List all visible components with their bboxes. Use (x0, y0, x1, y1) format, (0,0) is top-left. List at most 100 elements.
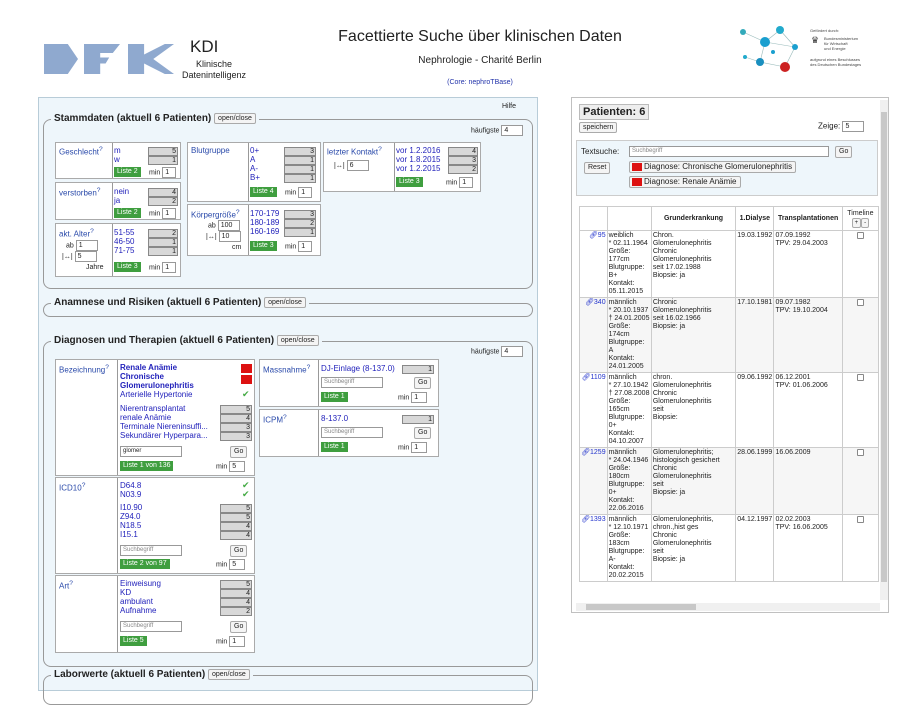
min-input[interactable]: 5 (229, 461, 246, 472)
min-input[interactable]: 5 (229, 559, 246, 570)
icd-item[interactable]: I15.1 (120, 530, 138, 540)
art-go-button[interactable]: Go (230, 621, 248, 633)
icpm-search-input[interactable]: Suchbegriff (321, 427, 383, 438)
art-search-input[interactable]: Suchbegriff (120, 621, 182, 632)
facet-groesse-title[interactable]: Körpergröße? (191, 209, 240, 220)
patient-id-cell[interactable]: 🔗︎1109 (579, 372, 608, 448)
zeige-input[interactable]: 5 (842, 121, 865, 132)
liste-button[interactable]: Liste 2 von 97 (120, 559, 170, 569)
liste-button[interactable]: Liste 5 (120, 636, 147, 646)
groesse-ab-input[interactable]: 100 (217, 220, 240, 231)
icpm-item[interactable]: 8-137.0 (321, 414, 348, 424)
facet-icd10-title[interactable]: ICD10? (59, 482, 85, 493)
text-search-go-button[interactable]: Go (835, 146, 853, 158)
art-item[interactable]: Aufnahme (120, 606, 156, 616)
min-input[interactable]: 1 (411, 442, 428, 453)
timeline-plus-button[interactable]: + (851, 217, 862, 228)
selected-marker[interactable] (241, 364, 252, 373)
facet-verstorben-title[interactable]: verstorben? (59, 187, 101, 198)
timeline-checkbox[interactable] (856, 232, 864, 239)
kontakt-range-input[interactable]: 6 (346, 160, 369, 171)
massnahme-go-button[interactable]: Go (414, 377, 432, 389)
icd-search-input[interactable]: Suchbegriff (120, 545, 182, 556)
liste-button[interactable]: Liste 2 (114, 208, 141, 218)
geschlecht-item[interactable]: w (114, 155, 120, 165)
min-input[interactable]: 1 (162, 262, 177, 273)
patient-id-cell[interactable]: 🔗︎1259 (579, 447, 608, 515)
table-row[interactable]: 🔗︎95 weiblich * 02.11.1964 Größe: 177cm Blutg… (579, 230, 880, 298)
facet-geschlecht-title[interactable]: Geschlecht? (59, 146, 103, 157)
liste-button[interactable]: Liste 1 von 136 (120, 461, 174, 471)
alter-item[interactable]: 71-75 (114, 246, 134, 256)
checked-item[interactable]: N03.9 (120, 490, 141, 500)
laborwerte-toggle-button[interactable]: open/close (207, 669, 250, 680)
timeline-checkbox[interactable] (856, 374, 864, 381)
min-input[interactable]: 1 (459, 177, 474, 188)
alter-range-input[interactable]: 5 (74, 251, 97, 262)
horizontal-scrollbar[interactable] (576, 603, 880, 611)
patient-link-icon[interactable]: 🔗︎ (582, 374, 591, 381)
verstorben-item[interactable]: ja (114, 196, 120, 206)
reset-button[interactable]: Reset (584, 162, 611, 174)
col-transplantationen[interactable]: Transplantationen (773, 206, 843, 231)
diagnosen-toggle-button[interactable]: open/close (276, 335, 319, 346)
patient-id[interactable]: 1259 (590, 449, 606, 456)
facet-icpm-title[interactable]: ICPM? (263, 414, 287, 425)
patient-id[interactable]: 95 (598, 232, 606, 239)
patient-id-cell[interactable]: 🔗︎95 (579, 230, 608, 298)
liste-button[interactable]: Liste 2 (114, 167, 141, 177)
facet-blutgruppe-title[interactable]: Blutgruppe (191, 146, 230, 155)
patient-link-icon[interactable]: 🔗︎ (589, 232, 598, 239)
facet-alter-title[interactable]: akt. Alter? (59, 228, 94, 239)
vertical-scrollbar[interactable] (880, 100, 888, 600)
timeline-checkbox[interactable] (856, 516, 864, 523)
blutgruppe-item[interactable]: B+ (250, 173, 260, 183)
stammdaten-toggle-button[interactable]: open/close (214, 113, 256, 124)
timeline-checkbox[interactable] (856, 449, 864, 456)
help-link[interactable]: Hilfe (502, 103, 516, 110)
scrollbar-thumb[interactable] (881, 112, 887, 582)
groesse-item[interactable]: 160-169 (250, 227, 279, 237)
facet-bezeichnung-title[interactable]: Bezeichnung? (59, 364, 109, 375)
min-input[interactable]: 1 (298, 241, 313, 252)
patient-id[interactable]: 1109 (591, 374, 606, 381)
min-input[interactable]: 1 (411, 392, 428, 403)
table-row[interactable]: 🔗︎1109 männlich * 27.10.1942 † 27.08.2008 Gr… (579, 372, 880, 448)
liste-button[interactable]: Liste 1 (321, 392, 348, 402)
liste-button[interactable]: Liste 3 (114, 262, 141, 272)
table-row[interactable]: 🔗︎1393 männlich * 12.10.1971 Größe: 183cm Blu… (579, 514, 880, 582)
timeline-minus-button[interactable]: - (861, 217, 870, 228)
bezeichnung-item[interactable]: Sekundärer Hyperpara... (120, 431, 208, 441)
alter-ab-input[interactable]: 1 (75, 240, 98, 251)
patient-id-cell[interactable]: 🔗︎1393 (579, 514, 608, 582)
liste-button[interactable]: Liste 3 (396, 177, 423, 187)
facet-massnahme-title[interactable]: Massnahme? (263, 364, 310, 375)
patient-id[interactable]: 340 (594, 299, 606, 306)
anamnese-toggle-button[interactable]: open/close (264, 297, 306, 308)
col-grunderkrankung[interactable]: Grunderkrankung (650, 206, 737, 231)
filter-chip[interactable]: Diagnose: Chronische Glomerulonephritis (629, 161, 797, 173)
remove-filter-icon[interactable] (632, 178, 642, 186)
patient-link-icon[interactable]: 🔗︎ (581, 449, 590, 456)
min-input[interactable]: 1 (298, 187, 313, 198)
remove-filter-icon[interactable] (632, 163, 642, 171)
icd-go-button[interactable]: Go (230, 545, 248, 557)
min-input[interactable]: 1 (162, 208, 177, 219)
massnahme-item[interactable]: DJ-Einlage (8-137.0) (321, 364, 395, 374)
massnahme-search-input[interactable]: Suchbegriff (321, 377, 383, 388)
facet-kontakt-title[interactable]: letzter Kontakt? (327, 146, 382, 157)
text-search-input[interactable]: Suchbegriff (629, 146, 829, 157)
haeufigste-input[interactable]: 4 (501, 346, 524, 357)
icpm-go-button[interactable]: Go (414, 427, 432, 439)
min-input[interactable]: 1 (229, 636, 246, 647)
table-row[interactable]: 🔗︎1259 männlich * 24.04.1946 Größe: 180cm Blu… (579, 447, 880, 515)
patient-id-cell[interactable]: 🔗︎340 (579, 297, 608, 373)
table-row[interactable]: 🔗︎340 männlich * 20.10.1937 † 24.01.2005 Grö… (579, 297, 880, 373)
bezeichnung-go-button[interactable]: Go (230, 446, 248, 458)
liste-button[interactable]: Liste 1 (321, 442, 348, 452)
haeufigste-input[interactable]: 4 (501, 125, 524, 136)
liste-button[interactable]: Liste 4 (250, 187, 277, 197)
save-button[interactable]: speichern (579, 122, 618, 133)
timeline-checkbox[interactable] (856, 299, 864, 306)
groesse-range-input[interactable]: 10 (218, 231, 241, 242)
